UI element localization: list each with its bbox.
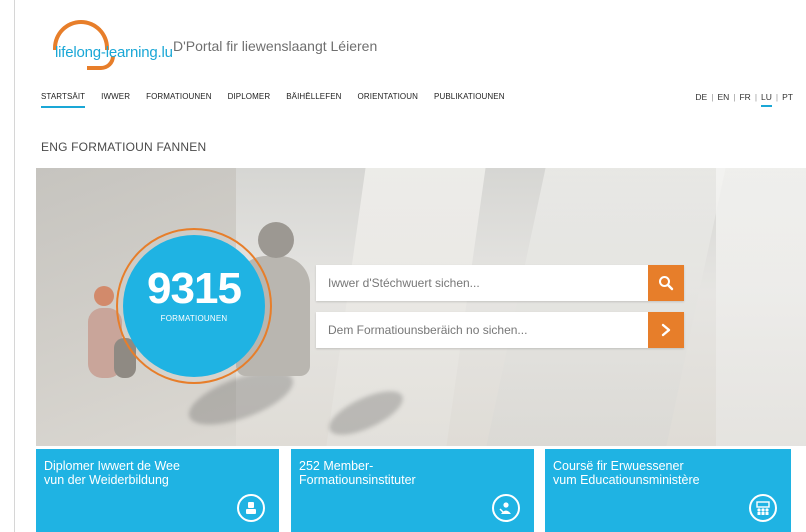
lang-pt[interactable]: PT: [782, 92, 793, 102]
tile-line: 252 Member-: [299, 459, 374, 473]
nav-item-publikatiounen[interactable]: PUBLIKATIOUNEN: [434, 92, 505, 108]
language-switcher: DE | EN | FR | LU | PT: [695, 92, 793, 107]
hero-background-shape: [486, 168, 726, 446]
lang-lu[interactable]: LU: [761, 92, 772, 107]
site-tagline: D'Portal fir liewenslaangt Léieren: [173, 38, 378, 54]
lang-separator: |: [754, 92, 758, 102]
formation-count: 9315: [147, 264, 242, 313]
tile-text: Diplomer Iwwert de Wee vun der Weiderbil…: [44, 459, 180, 487]
nav-item-diplomer[interactable]: DIPLOMER: [228, 92, 271, 108]
tile-line: vum Educatiounsministère: [553, 473, 700, 487]
chevron-right-icon: [661, 323, 671, 337]
tile-text: 252 Member- Formatiounsinstituter: [299, 459, 416, 487]
nav-item-startsait[interactable]: STARTSÄIT: [41, 92, 86, 108]
lang-en[interactable]: EN: [717, 92, 729, 102]
logo-text: lifelong-learning.lu: [55, 44, 173, 61]
nav-item-iwwer[interactable]: IWWER: [101, 92, 130, 108]
formation-count-label: FORMATIOUNEN: [160, 314, 228, 323]
classroom-icon: [749, 494, 777, 522]
lang-fr[interactable]: FR: [739, 92, 750, 102]
tile-line: Coursë fir Erwuessener: [553, 459, 684, 473]
hero-banner: 9315 FORMATIOUNEN: [36, 168, 806, 446]
institution-icon: [492, 494, 520, 522]
nav-item-orientatioun[interactable]: ORIENTATIOUN: [358, 92, 418, 108]
category-search-input[interactable]: [316, 312, 646, 348]
tile-adult-courses[interactable]: Coursë fir Erwuessener vum Educatiounsmi…: [545, 449, 791, 532]
search-icon: [659, 276, 674, 291]
main-nav: STARTSÄIT IWWER FORMATIOUNEN DIPLOMER BÄ…: [41, 92, 521, 108]
category-go-button[interactable]: [648, 312, 684, 348]
tile-line: vun der Weiderbildung: [44, 473, 169, 487]
hero-background-shape: [716, 168, 806, 446]
page-frame: lifelong-learning.lu D'Portal fir liewen…: [14, 0, 806, 532]
lang-separator: |: [775, 92, 779, 102]
diploma-icon: [237, 494, 265, 522]
tile-member-institutes[interactable]: 252 Member- Formatiounsinstituter: [291, 449, 534, 532]
keyword-search-input[interactable]: [316, 265, 646, 301]
category-search-row: [316, 312, 684, 348]
tile-diplomer[interactable]: Diplomer Iwwert de Wee vun der Weiderbil…: [36, 449, 279, 532]
site-logo[interactable]: lifelong-learning.lu: [35, 18, 175, 70]
lang-separator: |: [711, 92, 714, 102]
section-title: ENG FORMATIOUN FANNEN: [41, 140, 207, 154]
nav-item-formatiounen[interactable]: FORMATIOUNEN: [146, 92, 212, 108]
hero-person-head: [258, 222, 294, 258]
lang-separator: |: [733, 92, 736, 102]
tile-text: Coursë fir Erwuessener vum Educatiounsmi…: [553, 459, 700, 487]
hero-person-head: [94, 286, 114, 306]
nav-item-baihellefen[interactable]: BÄIHËLLEFEN: [286, 92, 341, 108]
tile-line: Formatiounsinstituter: [299, 473, 416, 487]
keyword-search-row: [316, 265, 684, 301]
lang-de[interactable]: DE: [695, 92, 707, 102]
search-button[interactable]: [648, 265, 684, 301]
tile-line: Diplomer Iwwert de Wee: [44, 459, 180, 473]
